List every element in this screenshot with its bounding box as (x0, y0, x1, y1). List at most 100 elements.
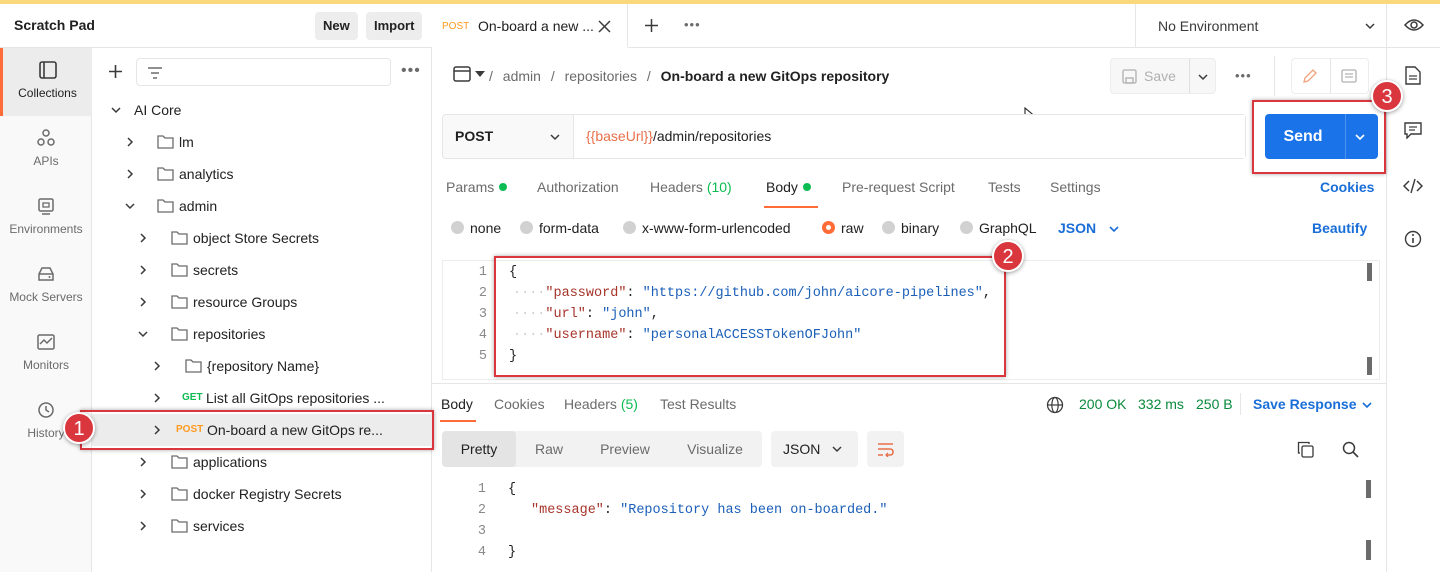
active-tab-indicator (440, 420, 476, 422)
tree-item-lm[interactable]: lm (92, 126, 432, 158)
tab-authorization[interactable]: Authorization (537, 179, 619, 195)
rail-environments[interactable]: Environments (0, 184, 92, 252)
url-input[interactable]: {{baseUrl}}/admin/repositories (574, 115, 1245, 158)
chevron-right-icon (127, 137, 134, 147)
resp-tab-cookies[interactable]: Cookies (494, 396, 545, 412)
tree-item-analytics[interactable]: analytics (92, 158, 432, 190)
response-status[interactable]: 200 OK (1079, 396, 1126, 412)
rail-apis[interactable]: APIs (0, 116, 92, 184)
rail-mock-servers[interactable]: Mock Servers (0, 252, 92, 320)
tab-params[interactable]: Params (446, 179, 508, 195)
folder-icon (157, 135, 174, 149)
response-time[interactable]: 332 ms (1138, 396, 1184, 412)
json-key: "message" (531, 503, 604, 518)
radio-raw[interactable] (822, 221, 835, 234)
chevron-down-icon (832, 446, 842, 453)
eye-icon[interactable] (1404, 17, 1424, 33)
wrap-lines-icon (878, 443, 894, 457)
tree-item-services[interactable]: services (92, 510, 432, 542)
save-response-button[interactable]: Save Response (1253, 396, 1375, 414)
radio-form-data[interactable] (520, 221, 533, 234)
info-icon[interactable] (1404, 230, 1422, 248)
scrollbar-thumb[interactable] (1367, 357, 1372, 375)
tab-options-icon[interactable]: ••• (684, 17, 701, 32)
response-format-select[interactable]: JSON (771, 431, 858, 467)
documentation-icon[interactable] (1405, 66, 1421, 85)
radio-urlencoded[interactable] (623, 221, 636, 234)
view-raw[interactable]: Raw (516, 431, 582, 467)
cookies-link[interactable]: Cookies (1320, 179, 1374, 195)
tab-tests[interactable]: Tests (988, 179, 1021, 195)
tab-method: POST (442, 21, 470, 32)
tab-label: Headers (650, 179, 703, 195)
radio-graphql[interactable] (960, 221, 973, 234)
tree-item-object-store-secrets[interactable]: object Store Secrets (92, 222, 432, 254)
environment-label: No Environment (1158, 18, 1259, 34)
method-label: POST (455, 128, 494, 144)
beautify-button[interactable]: Beautify (1312, 220, 1367, 236)
new-tab-icon[interactable] (644, 18, 659, 33)
tab-settings[interactable]: Settings (1050, 179, 1101, 195)
tree-item-admin[interactable]: admin (92, 190, 432, 222)
breadcrumb-current[interactable]: On-board a new GitOps repository (661, 68, 890, 84)
tree-item-secrets[interactable]: secrets (92, 254, 432, 286)
method-select[interactable]: POST (443, 115, 573, 158)
divider (1240, 393, 1241, 415)
view-visualize[interactable]: Visualize (668, 431, 762, 467)
new-button[interactable]: New (315, 12, 358, 40)
request-options-icon[interactable]: ••• (1235, 68, 1252, 83)
radio-none[interactable] (451, 221, 464, 234)
edit-icon[interactable] (1302, 68, 1318, 84)
tree-item-resource-groups[interactable]: resource Groups (92, 286, 432, 318)
rail-label: Mock Servers (9, 290, 83, 304)
environment-selector[interactable]: No Environment (1136, 4, 1386, 48)
more-options-icon[interactable]: ••• (401, 62, 421, 80)
tree-item-applications[interactable]: applications (92, 446, 432, 478)
tree-item-label: {repository Name} (207, 358, 320, 374)
scrollbar-thumb[interactable] (1366, 480, 1371, 498)
add-icon[interactable] (108, 64, 123, 79)
rail-monitors[interactable]: Monitors (0, 320, 92, 388)
tree-item-label: secrets (193, 262, 239, 278)
rail-label: Environments (9, 222, 83, 236)
tab-headers[interactable]: Headers (10) (650, 179, 732, 195)
chevron-down-icon[interactable] (1197, 71, 1209, 83)
resp-tab-headers[interactable]: Headers (5) (564, 396, 638, 412)
rail-collections[interactable]: Collections (0, 48, 92, 116)
tree-item-docker-registry-secrets[interactable]: docker Registry Secrets (92, 478, 432, 510)
tree-item-repositories[interactable]: repositories (92, 318, 432, 350)
annotation-box-3 (1252, 100, 1386, 174)
code-brace: } (508, 545, 517, 560)
breadcrumb-repositories[interactable]: repositories (565, 68, 637, 84)
filter-input[interactable] (136, 58, 391, 86)
caret-down-icon[interactable] (475, 71, 485, 77)
wrap-lines-button[interactable] (867, 431, 904, 467)
documentation-icon[interactable] (1341, 68, 1357, 84)
breadcrumb-admin[interactable]: admin (503, 68, 541, 84)
view-pretty[interactable]: Pretty (442, 431, 516, 467)
comments-icon[interactable] (1404, 122, 1422, 139)
tree-item-repository-name[interactable]: {repository Name} (92, 350, 432, 382)
copy-icon[interactable] (1297, 441, 1314, 458)
save-button[interactable]: Save (1111, 59, 1189, 93)
globe-icon[interactable] (1046, 396, 1064, 414)
response-body-viewer[interactable]: 1 2 3 4 { "message": "Repository has bee… (442, 478, 1380, 572)
resp-tab-body[interactable]: Body (441, 396, 473, 412)
raw-format-select[interactable]: JSON (1058, 220, 1128, 238)
view-preview[interactable]: Preview (582, 431, 668, 467)
tab-prerequest-script[interactable]: Pre-request Script (842, 179, 955, 195)
close-icon[interactable] (598, 20, 611, 33)
search-icon[interactable] (1342, 441, 1359, 458)
headers-count: (5) (620, 396, 638, 412)
tab-body[interactable]: Body (766, 179, 811, 195)
response-size[interactable]: 250 B (1196, 396, 1233, 412)
code-icon[interactable] (1403, 178, 1423, 194)
scrollbar-thumb[interactable] (1366, 540, 1371, 560)
resp-tab-test-results[interactable]: Test Results (660, 396, 736, 412)
collections-panel: ••• AI Core lm analytics admin object St… (92, 48, 432, 572)
scrollbar-thumb[interactable] (1367, 263, 1372, 281)
collection-row[interactable]: AI Core (92, 94, 432, 126)
request-tab[interactable]: POST On-board a new ... (432, 4, 628, 48)
radio-binary[interactable] (882, 221, 895, 234)
import-button[interactable]: Import (366, 12, 423, 40)
